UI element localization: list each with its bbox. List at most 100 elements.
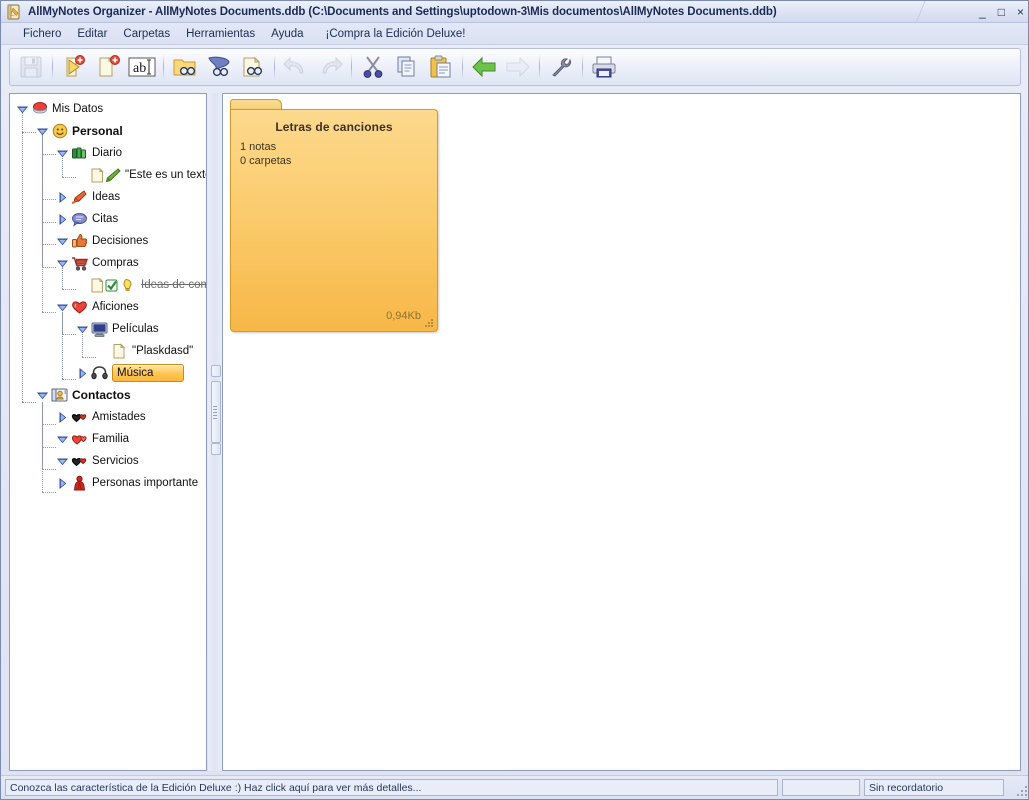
tree-item-amistades[interactable]: Amistades <box>10 406 206 428</box>
title-decoration <box>912 1 952 23</box>
note-pencil-icon <box>91 167 121 183</box>
menu-ayuda[interactable]: Ayuda <box>263 26 311 42</box>
tree-item-label: Amistades <box>92 411 146 423</box>
tree-expander-collapsed-icon[interactable] <box>76 367 89 380</box>
hearts-dark-icon <box>71 409 88 425</box>
tree-expander-expanded-icon[interactable] <box>56 433 69 446</box>
menu-editar[interactable]: Editar <box>69 26 115 42</box>
window-resize-grip[interactable] <box>1013 782 1027 796</box>
tree-item-contactos[interactable]: Contactos <box>10 384 206 406</box>
tree-item-label: Servicios <box>92 455 139 467</box>
hearts-dark-icon <box>71 453 88 469</box>
tree-item-personal[interactable]: Personal <box>10 120 206 142</box>
tree-expander-expanded-icon[interactable] <box>36 389 49 402</box>
find-in-folder-icon[interactable] <box>169 51 201 83</box>
tree-expander-expanded-icon[interactable] <box>16 103 29 116</box>
menu-carpetas[interactable]: Carpetas <box>115 26 178 42</box>
tree-expander-expanded-icon[interactable] <box>56 301 69 314</box>
toolbar-separator <box>462 54 463 80</box>
toolbar: ab <box>9 48 1021 86</box>
tree-item-ideas-de-compra[interactable]: Ideas de compra <box>10 274 206 296</box>
tree-item-m-sica[interactable]: Música <box>10 362 206 384</box>
tree-item-citas[interactable]: Citas <box>10 208 206 230</box>
tree-item-decisiones[interactable]: Decisiones <box>10 230 206 252</box>
back-arrow-icon[interactable] <box>468 51 500 83</box>
panel-splitter[interactable] <box>208 93 222 771</box>
folder-card-resize-grip[interactable] <box>425 319 433 327</box>
print-icon[interactable] <box>588 51 620 83</box>
person-red-icon <box>71 475 88 491</box>
tree-item-label: Decisiones <box>92 235 149 247</box>
rename-icon[interactable]: ab <box>126 51 158 83</box>
tree-item-diario[interactable]: Diario <box>10 142 206 164</box>
tree-item-aficiones[interactable]: Aficiones <box>10 296 206 318</box>
paste-icon[interactable] <box>425 51 457 83</box>
menu-bar: Fichero Editar Carpetas Herramientas Ayuda ¡C… <box>1 23 1028 45</box>
tree-item-familia[interactable]: Familia <box>10 428 206 450</box>
tree-item-label: "Este es un texto de <box>125 169 206 181</box>
tree-expander-expanded-icon[interactable] <box>56 235 69 248</box>
tree-item-ideas[interactable]: Ideas <box>10 186 206 208</box>
copy-icon[interactable] <box>391 51 423 83</box>
work-area: Mis Datos Personal Diario "Este es un texto… <box>9 93 1021 771</box>
title-bar: AllMyNotes Organizer - AllMyNotes Docume… <box>1 1 1028 23</box>
tree-expander-collapsed-icon[interactable] <box>56 411 69 424</box>
new-folder-icon[interactable] <box>92 51 124 83</box>
advanced-search-icon[interactable] <box>203 51 235 83</box>
menu-fichero[interactable]: Fichero <box>15 26 69 42</box>
splitter-grip[interactable] <box>211 381 221 443</box>
note-icon <box>111 343 128 359</box>
new-note-icon[interactable] <box>58 51 90 83</box>
undo-icon <box>280 51 312 83</box>
splitter-collapse-down[interactable] <box>211 443 221 455</box>
application-window: AllMyNotes Organizer - AllMyNotes Docume… <box>0 0 1029 800</box>
tree-item-plaskdasd[interactable]: "Plaskdasd" <box>10 340 206 362</box>
folder-tree-panel[interactable]: Mis Datos Personal Diario "Este es un texto… <box>9 93 207 771</box>
folder-card-body[interactable]: Letras de canciones 1 notas 0 carpetas 0… <box>230 109 438 332</box>
tree-expander-collapsed-icon[interactable] <box>56 477 69 490</box>
tree-item-este-es-un-texto-de[interactable]: "Este es un texto de <box>10 164 206 186</box>
tree-item-pel-culas[interactable]: Películas <box>10 318 206 340</box>
svg-text:ab: ab <box>133 61 146 76</box>
splitter-collapse-up[interactable] <box>211 365 221 377</box>
toolbar-separator <box>582 54 583 80</box>
close-button[interactable]: × <box>1017 6 1024 18</box>
menu-compra-deluxe[interactable]: ¡Compra la Edición Deluxe! <box>318 26 474 42</box>
options-wrench-icon[interactable] <box>545 51 577 83</box>
tree-item-label: Compras <box>92 257 139 269</box>
tree-expander-expanded-icon[interactable] <box>56 257 69 270</box>
tree-expander-expanded-icon[interactable] <box>56 147 69 160</box>
toolbar-separator <box>539 54 540 80</box>
tree-expander-expanded-icon[interactable] <box>76 323 89 336</box>
tree-expander-collapsed-icon[interactable] <box>56 213 69 226</box>
status-message[interactable]: Conozca las característica de la Edición… <box>5 779 778 796</box>
tree-item-servicios[interactable]: Servicios <box>10 450 206 472</box>
status-reminder[interactable]: Sin recordatorio <box>864 779 1004 796</box>
tree-expander-expanded-icon[interactable] <box>56 455 69 468</box>
tree-item-label: "Plaskdasd" <box>132 345 194 357</box>
status-middle-cell <box>782 779 860 796</box>
tree-item-label: Personal <box>72 124 123 138</box>
cut-icon[interactable] <box>357 51 389 83</box>
smiley-icon <box>51 123 68 139</box>
tree-item-compras[interactable]: Compras <box>10 252 206 274</box>
headphones-icon <box>91 365 108 381</box>
heart-icon <box>71 299 88 315</box>
find-next-icon[interactable] <box>237 51 269 83</box>
hand-point-icon <box>71 189 88 205</box>
hearts-red-icon <box>71 431 88 447</box>
menu-herramientas[interactable]: Herramientas <box>178 26 263 42</box>
folder-card[interactable]: Letras de canciones 1 notas 0 carpetas 0… <box>230 99 438 332</box>
tree-item-personas-importante[interactable]: Personas importante <box>10 472 206 494</box>
minimize-button[interactable]: _ <box>979 6 986 18</box>
thumbsup-icon <box>71 233 88 249</box>
tree-expander-expanded-icon[interactable] <box>36 125 49 138</box>
tree-expander-collapsed-icon[interactable] <box>56 191 69 204</box>
maximize-button[interactable]: □ <box>998 6 1005 18</box>
contacts-icon <box>51 387 68 403</box>
window-controls: _ □ × <box>979 1 1024 23</box>
content-panel[interactable]: Letras de canciones 1 notas 0 carpetas 0… <box>222 93 1021 771</box>
cart-icon <box>71 255 88 271</box>
tree-item-label: Aficiones <box>92 301 139 313</box>
tree-item-mis-datos[interactable]: Mis Datos <box>10 98 206 120</box>
